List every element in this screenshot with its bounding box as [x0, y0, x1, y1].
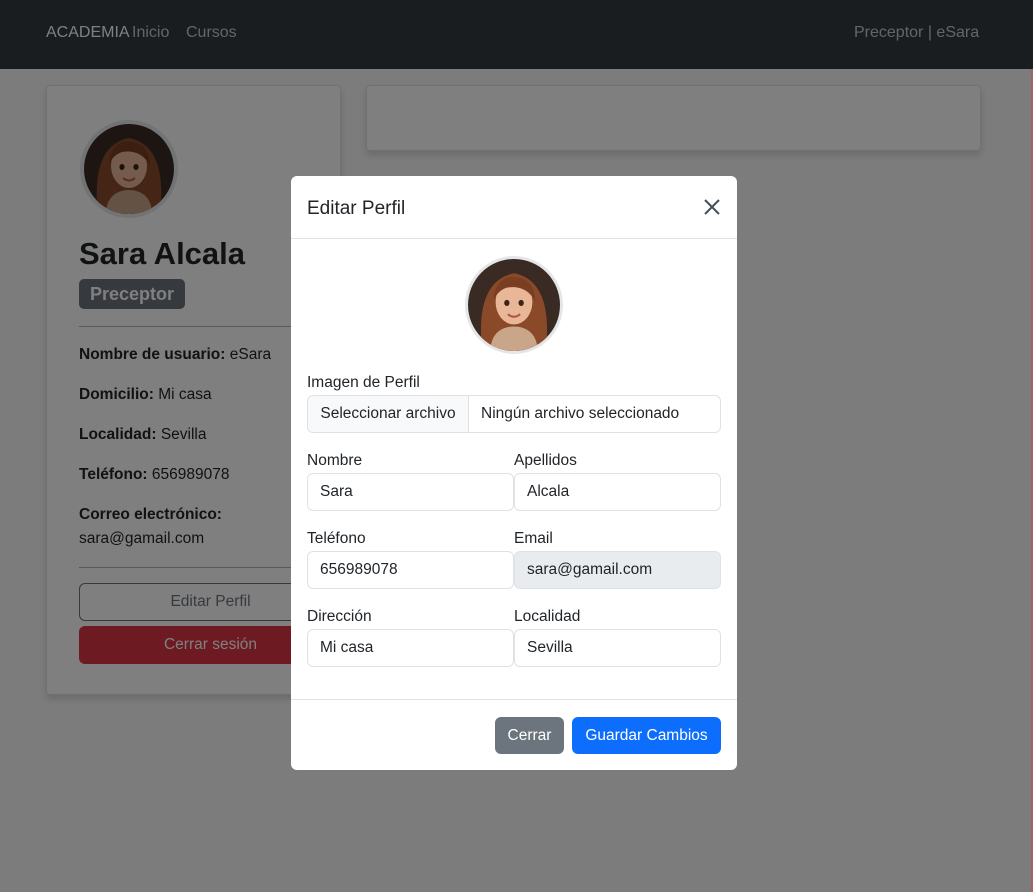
direccion-label: Dirección: [307, 608, 372, 625]
divider: [291, 699, 737, 700]
close-button[interactable]: Cerrar: [495, 717, 564, 754]
avatar-image: [468, 259, 560, 351]
telefono-label: Teléfono: [307, 530, 366, 547]
choose-file-button[interactable]: Seleccionar archivo: [308, 396, 469, 432]
profile-image-input[interactable]: Seleccionar archivo Ningún archivo selec…: [307, 395, 721, 433]
localidad-field[interactable]: Sevilla: [514, 629, 721, 667]
localidad-label: Localidad: [514, 608, 581, 625]
close-icon[interactable]: [699, 194, 725, 220]
nombre-label: Nombre: [307, 452, 363, 469]
telefono-field[interactable]: 656989078: [307, 551, 514, 589]
edit-profile-modal: Editar Perfil Imagen de Perfil Seleccion…: [291, 176, 737, 770]
modal-title: Editar Perfil: [307, 198, 406, 219]
apellidos-label: Apellidos: [514, 452, 577, 469]
file-status: Ningún archivo seleccionado: [481, 405, 680, 422]
nombre-field[interactable]: Sara: [307, 473, 514, 511]
apellidos-field[interactable]: Alcala: [514, 473, 721, 511]
modal-header: Editar Perfil: [291, 176, 737, 239]
avatar: [465, 256, 563, 354]
email-label: Email: [514, 530, 553, 547]
direccion-field[interactable]: Mi casa: [307, 629, 514, 667]
email-field: sara@gamail.com: [514, 551, 721, 589]
save-changes-button[interactable]: Guardar Cambios: [572, 717, 721, 754]
image-label: Imagen de Perfil: [307, 374, 420, 391]
